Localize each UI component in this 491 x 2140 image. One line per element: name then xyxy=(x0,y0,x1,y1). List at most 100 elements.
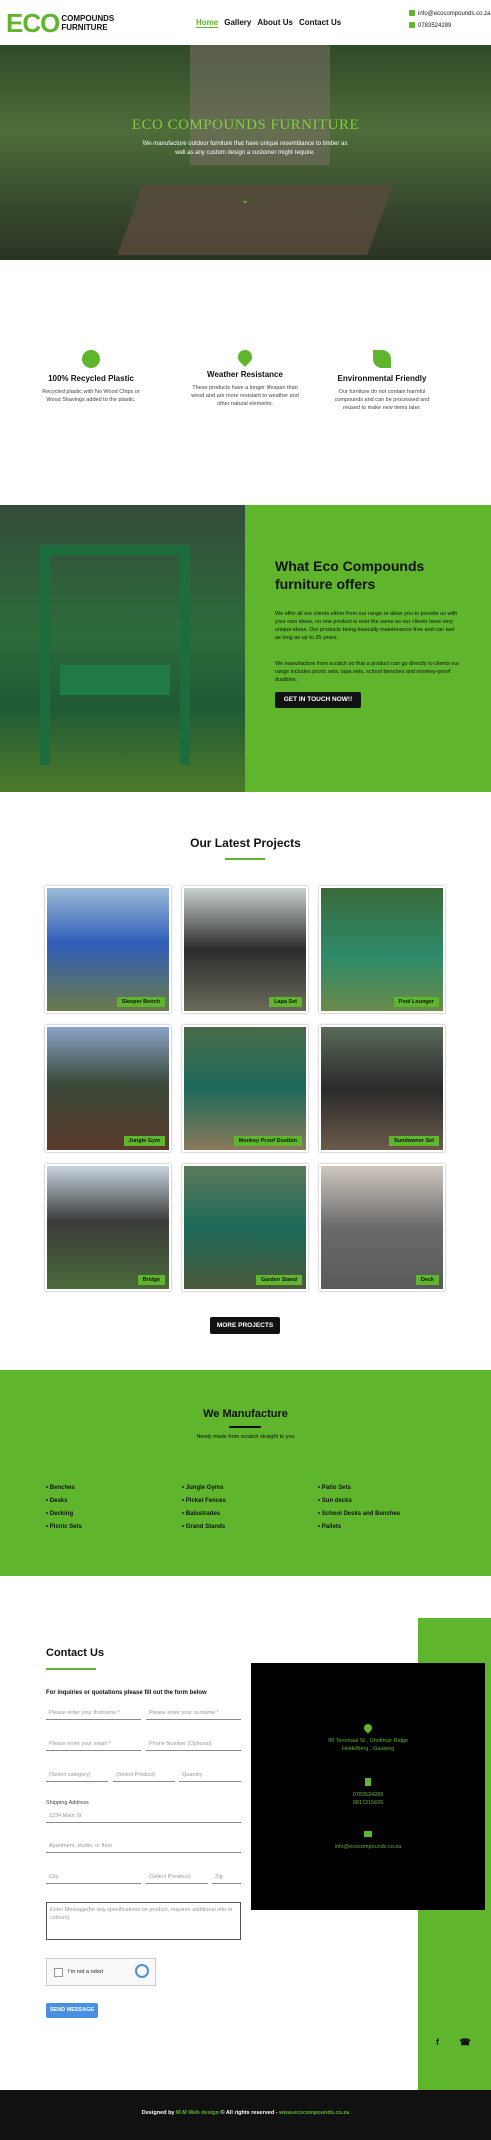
zip-input[interactable]: Zip xyxy=(212,1871,241,1884)
manufacture-list-1: Benches Desks Decking Picnic Sets xyxy=(46,1482,82,1534)
swing-frame xyxy=(40,545,190,765)
site-link[interactable]: www.ecocompounds.co.za xyxy=(279,2110,349,2116)
feature-text: Recycled plastic with No Wood Chips or W… xyxy=(42,389,140,403)
designer-link[interactable]: M.M Web design xyxy=(176,2110,219,2116)
more-projects-button[interactable]: MORE PROJECTS xyxy=(210,1317,280,1334)
email-input[interactable]: Please enter your email * xyxy=(46,1738,141,1751)
feature-text: These products have a longer lifespan th… xyxy=(191,385,299,407)
project-card[interactable]: Deck xyxy=(319,1164,445,1291)
phone-icon xyxy=(409,22,415,29)
facebook-icon[interactable]: f xyxy=(436,2037,439,2047)
leaf-icon xyxy=(373,350,391,368)
city-input[interactable]: City xyxy=(46,1871,141,1884)
offers-paragraph-1: We offer all our clients either from our… xyxy=(275,611,458,641)
product-select[interactable]: (Select Product) xyxy=(113,1769,175,1782)
get-in-touch-button[interactable]: GET IN TOUCH NOW!! xyxy=(275,692,361,708)
list-item: Decking xyxy=(46,1508,82,1521)
feature-title: Weather Resistance xyxy=(207,370,283,379)
recycle-icon xyxy=(82,350,100,368)
address-line-2: Heidelberg , Gauteng xyxy=(341,1746,395,1752)
quantity-input[interactable]: Quantity xyxy=(179,1769,241,1782)
chevron-down-icon[interactable]: ⌄ xyxy=(241,195,249,206)
phone-icon xyxy=(365,1778,371,1786)
list-item: Pallets xyxy=(318,1521,400,1534)
firstname-input[interactable]: Please enter your firstname * xyxy=(46,1707,141,1720)
whatsapp-icon[interactable]: ☎ xyxy=(460,2037,471,2047)
list-item: Benches xyxy=(46,1482,82,1495)
address-line-1: 99 Torontaal St , Gholtmar Ridge xyxy=(328,1738,408,1744)
header-contact: info@ecocompounds.co.za 0783524289 xyxy=(409,8,490,32)
list-item: Patio Sets xyxy=(318,1482,400,1495)
nav-contact[interactable]: Contact Us xyxy=(299,18,341,28)
offers-paragraph-2: We manufacture from scratch so that a pr… xyxy=(275,661,460,683)
offers-image xyxy=(0,505,245,792)
nav-about[interactable]: About Us xyxy=(257,18,293,28)
list-item: Picnic Sets xyxy=(46,1521,82,1534)
hero-text: We manufacture outdoor furniture that ha… xyxy=(142,141,348,156)
captcha-checkbox[interactable] xyxy=(54,1968,63,1977)
site-header: ECO COMPOUNDS FURNITURE Home Gallery Abou… xyxy=(0,0,491,45)
title-underline xyxy=(225,858,265,860)
message-textarea[interactable]: Enter Message(for any specifications on … xyxy=(46,1902,241,1940)
phone-input[interactable]: Phone Number (Optional) xyxy=(146,1738,241,1751)
logo-subtext: COMPOUNDS FURNITURE xyxy=(61,14,115,32)
offers-title: What Eco Compounds furniture offers xyxy=(275,558,425,592)
project-label: Sundowner Set xyxy=(388,1136,439,1146)
footer-text: Designed by M.M Web design © All rights … xyxy=(141,2110,350,2116)
title-underline xyxy=(229,1426,261,1428)
header-email[interactable]: info@ecocompounds.co.za xyxy=(409,8,490,20)
project-label: Bridge xyxy=(137,1275,165,1285)
project-label: Garden Stand xyxy=(255,1275,302,1285)
hero-deck-image xyxy=(117,185,393,255)
street-input[interactable]: 1234 Main St xyxy=(46,1810,241,1823)
water-drop-icon xyxy=(235,347,255,367)
hero-title: ECO COMPOUNDS FURNITURE xyxy=(131,117,360,133)
project-label: Jungle Gym xyxy=(123,1136,165,1146)
project-card[interactable]: Sundowner Set xyxy=(319,1025,445,1152)
send-message-button[interactable]: SEND MESSAGE xyxy=(46,2003,98,2018)
site-footer: Designed by M.M Web design © All rights … xyxy=(0,2090,491,2140)
nav-home[interactable]: Home xyxy=(196,18,219,28)
feature-recycled: 100% Recycled Plastic Recycled plastic w… xyxy=(36,350,146,404)
surname-input[interactable]: Please enter your surname * xyxy=(146,1707,241,1720)
contact-title: Contact Us xyxy=(46,1647,105,1659)
logo[interactable]: ECO COMPOUNDS FURNITURE xyxy=(6,8,114,38)
envelope-icon xyxy=(364,1831,372,1837)
project-card[interactable]: Monkey Proof Dustbin xyxy=(182,1025,308,1152)
project-card[interactable]: Lapa Set xyxy=(182,886,308,1013)
project-card[interactable]: Sleeper Bench xyxy=(45,886,171,1013)
title-underline xyxy=(46,1668,96,1670)
contact-email[interactable]: info@ecocompounds.co.za xyxy=(251,1843,485,1851)
feature-text: Our furniture do not contain harmful com… xyxy=(334,389,430,411)
project-card[interactable]: Bridge xyxy=(45,1164,171,1291)
envelope-icon xyxy=(409,10,415,17)
manufacture-section: We Manufacture Newly made from scratch s… xyxy=(0,1370,491,1576)
manufacture-title: We Manufacture xyxy=(203,1408,288,1420)
recaptcha-icon xyxy=(135,1964,149,1978)
project-card[interactable]: Pool Lounger xyxy=(319,886,445,1013)
apartment-input[interactable]: Apartment, studio, or floor xyxy=(46,1840,241,1853)
province-select[interactable]: (Select Province) xyxy=(146,1871,208,1884)
captcha-label: I'm not a robot xyxy=(68,1969,103,1975)
manufacture-subtitle: Newly made from scratch straight to you xyxy=(196,1434,295,1440)
list-item: Desks xyxy=(46,1495,82,1508)
nav-gallery[interactable]: Gallery xyxy=(224,18,251,28)
contact-info-box: 99 Torontaal St , Gholtmar Ridge Heidelb… xyxy=(251,1663,485,1910)
feature-title: Environmental Friendly xyxy=(337,374,427,383)
project-label: Sleeper Bench xyxy=(116,997,165,1007)
main-nav: Home Gallery About Us Contact Us xyxy=(196,18,341,28)
feature-environment: Environmental Friendly Our furniture do … xyxy=(327,350,437,412)
recaptcha-widget: I'm not a robot xyxy=(46,1958,156,1986)
project-label: Pool Lounger xyxy=(393,997,439,1007)
project-card[interactable]: Jungle Gym xyxy=(45,1025,171,1152)
list-item: Grand Stands xyxy=(182,1521,226,1534)
header-phone[interactable]: 0783524289 xyxy=(409,20,490,32)
category-select[interactable]: (Select category) xyxy=(46,1769,108,1782)
phone-number-1[interactable]: 0783524289 xyxy=(251,1791,485,1799)
social-links: f ☎ xyxy=(436,2037,471,2048)
logo-eco: ECO xyxy=(6,8,60,38)
phone-number-2[interactable]: 0817215626 xyxy=(251,1799,485,1807)
contact-intro: For inquiries or quotations please fill … xyxy=(46,1690,207,1696)
manufacture-list-2: Jungle Gyms Picket Fences Balustrades Gr… xyxy=(182,1482,226,1534)
project-card[interactable]: Garden Stand xyxy=(182,1164,308,1291)
